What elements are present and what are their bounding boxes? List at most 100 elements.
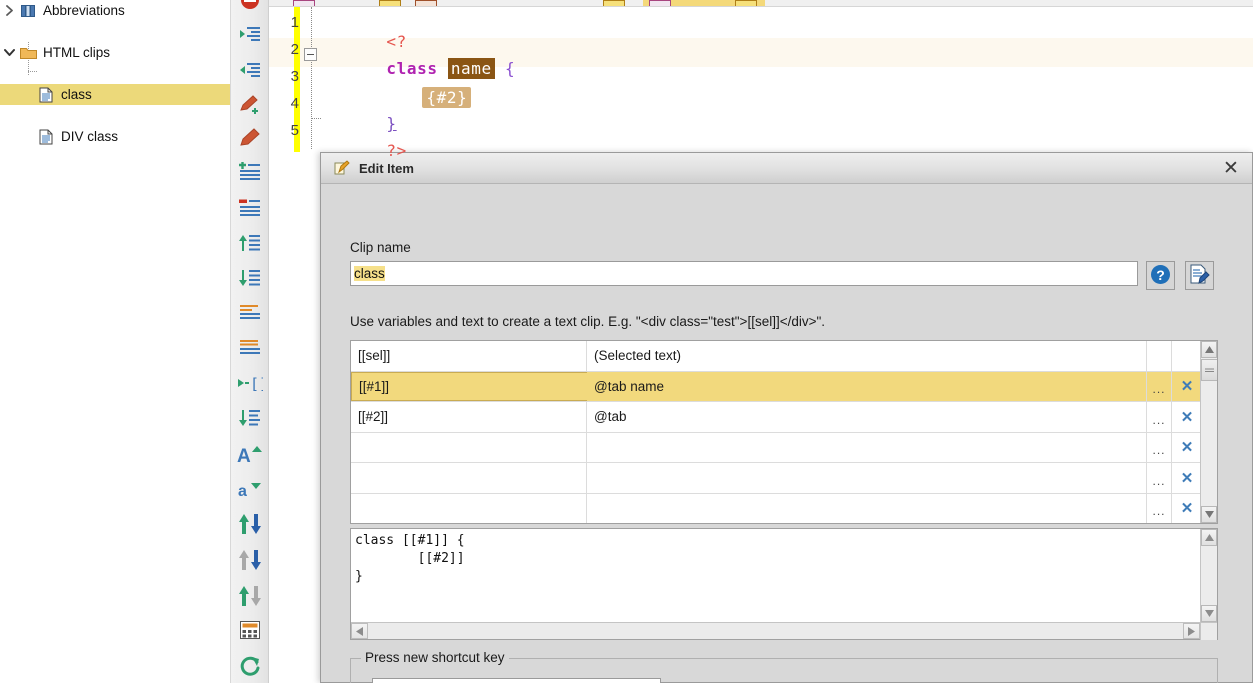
table-row[interactable]: ... ✕ bbox=[351, 463, 1202, 494]
clip-tree-panel[interactable]: Abbreviations HTML clips class DIV class bbox=[0, 0, 231, 683]
chevron-right-icon[interactable] bbox=[0, 0, 18, 21]
swap-down-icon[interactable] bbox=[231, 542, 269, 578]
open-brace: { bbox=[504, 59, 516, 78]
move-line-down-icon[interactable] bbox=[231, 260, 269, 296]
highlight-lines-icon[interactable] bbox=[231, 330, 269, 366]
row-more-button[interactable]: ... bbox=[1147, 402, 1172, 432]
move-line-up-icon[interactable] bbox=[231, 225, 269, 261]
table-row[interactable]: ... ✕ bbox=[351, 432, 1202, 463]
tree-item-div-class[interactable]: DIV class bbox=[0, 126, 230, 147]
close-icon[interactable]: ✕ bbox=[1218, 156, 1244, 181]
table-row[interactable]: [[#1]] @tab name ... ✕ bbox=[351, 371, 1202, 402]
tree-item-class[interactable]: class bbox=[0, 84, 230, 105]
highlight-lines-icon[interactable] bbox=[231, 295, 269, 331]
toolbar-chip[interactable] bbox=[649, 0, 671, 6]
swap-both-icon[interactable] bbox=[231, 506, 269, 542]
variable-token bbox=[351, 493, 587, 523]
row-more-button[interactable]: ... bbox=[1147, 463, 1172, 493]
scroll-down-button[interactable] bbox=[1201, 506, 1217, 523]
tree-item-html-clips[interactable]: HTML clips bbox=[0, 42, 230, 63]
tree-item-label: DIV class bbox=[61, 129, 119, 144]
toolbar-chip[interactable] bbox=[293, 0, 315, 6]
close-icon: ✕ bbox=[1180, 500, 1194, 518]
template-horizontal-scrollbar[interactable] bbox=[351, 622, 1217, 640]
variable-value: @tab name bbox=[587, 371, 1147, 401]
scroll-up-button[interactable] bbox=[1201, 341, 1217, 358]
line-remove-icon[interactable] bbox=[231, 190, 269, 226]
format-toolbar-strip[interactable] bbox=[269, 0, 1253, 7]
line-number: 4 bbox=[290, 95, 299, 112]
row-more-button[interactable]: ... bbox=[1147, 371, 1172, 401]
table-row[interactable]: ... ✕ bbox=[351, 493, 1202, 524]
row-more-button[interactable]: ... bbox=[1147, 432, 1172, 462]
tree-guide-branch bbox=[28, 71, 37, 72]
svg-text:a: a bbox=[238, 483, 247, 499]
line-number: 3 bbox=[290, 68, 299, 85]
scroll-up-button[interactable] bbox=[1201, 529, 1217, 546]
row-delete-button[interactable]: ✕ bbox=[1172, 402, 1202, 432]
variable-chip[interactable]: {#2} bbox=[422, 87, 472, 108]
indent-decrease-icon[interactable] bbox=[231, 52, 269, 88]
svg-text:?: ? bbox=[1156, 267, 1165, 283]
table-row[interactable]: [[sel]] (Selected text) bbox=[351, 341, 1202, 372]
scrollbar-corner bbox=[1200, 623, 1217, 640]
variable-token: [[#1]] bbox=[351, 371, 587, 401]
tree-item-label: class bbox=[61, 87, 92, 102]
row-delete-button[interactable]: ✕ bbox=[1172, 372, 1202, 402]
folder-icon bbox=[18, 42, 38, 63]
editor-tools-toolbar[interactable]: [] A a bbox=[231, 0, 269, 683]
clip-name-label: Clip name bbox=[350, 240, 411, 255]
calculator-icon[interactable] bbox=[231, 612, 269, 648]
scroll-down-button[interactable] bbox=[1201, 605, 1217, 622]
tree-item-abbreviations[interactable]: Abbreviations bbox=[0, 0, 230, 21]
insert-template-button[interactable] bbox=[1185, 261, 1214, 290]
svg-text:A: A bbox=[237, 446, 251, 465]
pencil-icon[interactable] bbox=[231, 120, 269, 156]
sort-lines-icon[interactable] bbox=[231, 400, 269, 436]
chevron-down-icon[interactable] bbox=[0, 42, 18, 63]
table-scrollbar[interactable] bbox=[1200, 341, 1217, 523]
toolbar-chip[interactable] bbox=[735, 0, 757, 6]
toolbar-chip[interactable] bbox=[415, 0, 437, 6]
toolbar-chip[interactable] bbox=[379, 0, 401, 6]
document-icon bbox=[36, 84, 56, 105]
scrollbar-thumb[interactable] bbox=[1201, 359, 1217, 381]
indent-increase-icon[interactable] bbox=[231, 16, 269, 52]
clip-name-input[interactable]: class bbox=[350, 261, 1138, 286]
shortcut-key-input[interactable]: Shift+Ctrl+J bbox=[372, 678, 661, 683]
template-vertical-scrollbar[interactable] bbox=[1200, 529, 1217, 622]
close-icon: ✕ bbox=[1180, 378, 1194, 396]
toolbar-chip[interactable] bbox=[603, 0, 625, 6]
dialog-body: Clip name class ? Use variables and text… bbox=[321, 184, 1252, 683]
indent-guide bbox=[311, 7, 312, 149]
question-mark-icon: ? bbox=[1150, 264, 1171, 288]
svg-text:[]: [] bbox=[250, 375, 263, 393]
table-row[interactable]: [[#2]] @tab ... ✕ bbox=[351, 402, 1202, 433]
scroll-right-button[interactable] bbox=[1183, 623, 1200, 639]
insert-brackets-icon[interactable]: [] bbox=[231, 365, 269, 401]
row-delete-button[interactable]: ✕ bbox=[1172, 433, 1202, 463]
lowercase-icon[interactable]: a bbox=[231, 470, 269, 506]
clip-name-value: class bbox=[354, 266, 385, 281]
row-delete-button[interactable]: ✕ bbox=[1172, 463, 1202, 493]
shortcut-key-label: Press new shortcut key bbox=[361, 650, 509, 665]
variables-table[interactable]: [[sel]] (Selected text) [[#1]] @tab name… bbox=[350, 340, 1218, 524]
help-button[interactable]: ? bbox=[1146, 261, 1175, 290]
row-delete-button[interactable]: ✕ bbox=[1172, 494, 1202, 524]
row-more-button[interactable]: ... bbox=[1147, 493, 1172, 523]
line-number: 2 bbox=[290, 41, 299, 58]
swap-up-icon[interactable] bbox=[231, 578, 269, 614]
clip-template-textarea[interactable]: class [[#1]] { [[#2]] } bbox=[350, 528, 1218, 640]
scroll-left-button[interactable] bbox=[351, 623, 368, 639]
pencil-add-icon[interactable] bbox=[231, 86, 269, 122]
fold-toggle-icon[interactable] bbox=[304, 48, 317, 61]
tree-item-label: HTML clips bbox=[43, 45, 111, 60]
variable-value bbox=[587, 463, 1147, 493]
line-add-icon[interactable] bbox=[231, 154, 269, 190]
uppercase-icon[interactable]: A bbox=[231, 436, 269, 472]
refresh-icon[interactable] bbox=[231, 648, 269, 683]
close-icon: ✕ bbox=[1180, 469, 1194, 487]
variable-value bbox=[587, 493, 1147, 523]
dialog-title-bar[interactable]: Edit Item ✕ bbox=[321, 153, 1252, 184]
variable-token: [[#2]] bbox=[351, 402, 587, 432]
